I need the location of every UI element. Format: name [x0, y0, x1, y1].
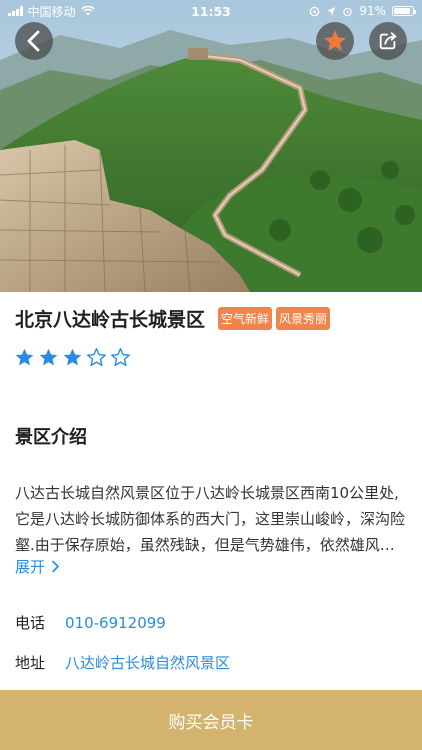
- battery-icon: [392, 6, 416, 16]
- tag-badge: 风景秀丽: [276, 307, 331, 330]
- chevron-left-icon: [27, 30, 40, 52]
- address-label: 地址: [15, 654, 46, 672]
- buy-membership-label: 购买会员卡: [168, 712, 254, 733]
- star-filled-icon: [39, 348, 58, 366]
- status-bar: 中国移动 11:53 91%: [0, 0, 422, 22]
- page-title: 北京八达岭古长城景区: [15, 309, 206, 331]
- star-empty-icon: [111, 348, 130, 367]
- buy-membership-button[interactable]: 购买会员卡: [0, 690, 422, 750]
- phone-label: 电话: [15, 614, 46, 632]
- hero-image: [0, 0, 422, 292]
- intro-text: 八达古长城自然风景区位于八达岭长城景区西南10公里处,它是八达岭长城防御体系的西…: [15, 484, 406, 554]
- section-title-intro: 景区介绍: [15, 427, 87, 448]
- star-filled-icon: [63, 348, 82, 366]
- share-button[interactable]: [369, 22, 407, 60]
- tag-list: 空气新鲜 风景秀丽: [218, 307, 331, 330]
- phone-row: 电话 010-6912099: [15, 612, 166, 633]
- tag-badge: 空气新鲜: [218, 307, 273, 330]
- status-time: 11:53: [191, 3, 231, 19]
- star-filled-icon: [15, 348, 34, 366]
- back-button[interactable]: [15, 22, 53, 60]
- address-link[interactable]: 八达岭古长城自然风景区: [65, 652, 230, 673]
- star-empty-icon: [87, 348, 106, 367]
- favorite-button[interactable]: [316, 22, 354, 60]
- phone-link[interactable]: 010-6912099: [65, 614, 166, 632]
- address-row: 地址 八达岭古长城自然风景区: [15, 652, 230, 673]
- chevron-right-icon: [52, 560, 59, 573]
- share-icon: [379, 32, 397, 50]
- rating-stars: [14, 347, 131, 368]
- expand-label: 展开: [15, 558, 46, 576]
- title-row: 北京八达岭古长城景区 空气新鲜 风景秀丽: [15, 305, 331, 332]
- star-icon: [324, 30, 346, 51]
- expand-link[interactable]: 展开: [15, 556, 60, 577]
